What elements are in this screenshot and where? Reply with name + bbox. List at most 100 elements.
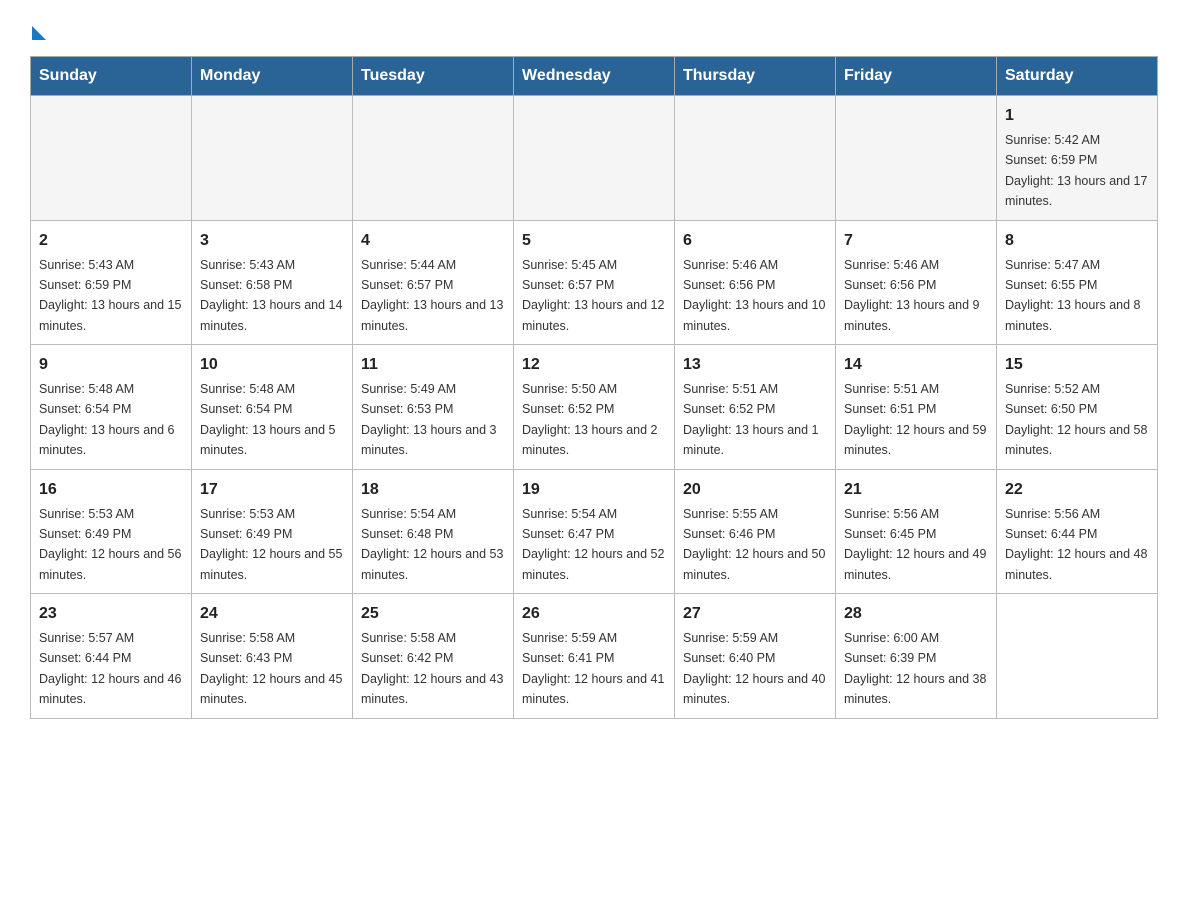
day-info: Sunrise: 5:46 AMSunset: 6:56 PMDaylight:… — [844, 258, 980, 333]
calendar-day-cell: 22 Sunrise: 5:56 AMSunset: 6:44 PMDayligh… — [997, 469, 1158, 594]
day-number: 9 — [39, 353, 183, 377]
day-number: 7 — [844, 229, 988, 253]
day-number: 10 — [200, 353, 344, 377]
column-header-friday: Friday — [836, 57, 997, 96]
day-number: 12 — [522, 353, 666, 377]
day-info: Sunrise: 5:59 AMSunset: 6:41 PMDaylight:… — [522, 631, 664, 706]
day-number: 2 — [39, 229, 183, 253]
calendar-day-cell: 3 Sunrise: 5:43 AMSunset: 6:58 PMDaylight… — [192, 220, 353, 345]
day-number: 28 — [844, 602, 988, 626]
day-info: Sunrise: 5:49 AMSunset: 6:53 PMDaylight:… — [361, 382, 497, 457]
day-info: Sunrise: 5:43 AMSunset: 6:58 PMDaylight:… — [200, 258, 342, 333]
day-number: 4 — [361, 229, 505, 253]
day-number: 6 — [683, 229, 827, 253]
day-info: Sunrise: 5:44 AMSunset: 6:57 PMDaylight:… — [361, 258, 503, 333]
calendar-day-cell: 13Sunrise: 5:51 AMSunset: 6:52 PMDayligh… — [675, 345, 836, 470]
day-info: Sunrise: 5:56 AMSunset: 6:45 PMDaylight:… — [844, 507, 986, 582]
calendar-week-row: 9 Sunrise: 5:48 AMSunset: 6:54 PMDaylight… — [31, 345, 1158, 470]
calendar-day-cell: 11 Sunrise: 5:49 AMSunset: 6:53 PMDayligh… — [353, 345, 514, 470]
day-info: Sunrise: 5:59 AMSunset: 6:40 PMDaylight:… — [683, 631, 825, 706]
column-header-sunday: Sunday — [31, 57, 192, 96]
column-header-saturday: Saturday — [997, 57, 1158, 96]
calendar-day-cell: 4 Sunrise: 5:44 AMSunset: 6:57 PMDaylight… — [353, 220, 514, 345]
day-info: Sunrise: 5:43 AMSunset: 6:59 PMDaylight:… — [39, 258, 181, 333]
logo — [30, 20, 46, 38]
day-info: Sunrise: 5:45 AMSunset: 6:57 PMDaylight:… — [522, 258, 664, 333]
day-info: Sunrise: 5:52 AMSunset: 6:50 PMDaylight:… — [1005, 382, 1147, 457]
page-header — [30, 20, 1158, 38]
calendar-day-cell: 19 Sunrise: 5:54 AMSunset: 6:47 PMDayligh… — [514, 469, 675, 594]
day-info: Sunrise: 5:51 AMSunset: 6:51 PMDaylight:… — [844, 382, 986, 457]
calendar-day-cell: 24 Sunrise: 5:58 AMSunset: 6:43 PMDayligh… — [192, 594, 353, 719]
calendar-day-cell: 23 Sunrise: 5:57 AMSunset: 6:44 PMDayligh… — [31, 594, 192, 719]
calendar-week-row: 23 Sunrise: 5:57 AMSunset: 6:44 PMDayligh… — [31, 594, 1158, 719]
day-number: 16 — [39, 478, 183, 502]
day-info: Sunrise: 5:58 AMSunset: 6:42 PMDaylight:… — [361, 631, 503, 706]
day-info: Sunrise: 5:53 AMSunset: 6:49 PMDaylight:… — [39, 507, 181, 582]
calendar-day-cell — [31, 96, 192, 221]
day-info: Sunrise: 5:50 AMSunset: 6:52 PMDaylight:… — [522, 382, 658, 457]
calendar-day-cell — [514, 96, 675, 221]
calendar-day-cell: 12 Sunrise: 5:50 AMSunset: 6:52 PMDayligh… — [514, 345, 675, 470]
calendar-day-cell — [675, 96, 836, 221]
calendar-day-cell: 1Sunrise: 5:42 AMSunset: 6:59 PMDaylight… — [997, 96, 1158, 221]
calendar-week-row: 1Sunrise: 5:42 AMSunset: 6:59 PMDaylight… — [31, 96, 1158, 221]
calendar-day-cell: 15 Sunrise: 5:52 AMSunset: 6:50 PMDayligh… — [997, 345, 1158, 470]
day-number: 15 — [1005, 353, 1149, 377]
day-number: 25 — [361, 602, 505, 626]
calendar-day-cell — [192, 96, 353, 221]
calendar-day-cell: 9 Sunrise: 5:48 AMSunset: 6:54 PMDaylight… — [31, 345, 192, 470]
day-info: Sunrise: 5:54 AMSunset: 6:48 PMDaylight:… — [361, 507, 503, 582]
day-number: 22 — [1005, 478, 1149, 502]
calendar-day-cell: 2 Sunrise: 5:43 AMSunset: 6:59 PMDaylight… — [31, 220, 192, 345]
calendar-day-cell: 14Sunrise: 5:51 AMSunset: 6:51 PMDayligh… — [836, 345, 997, 470]
day-info: Sunrise: 5:42 AMSunset: 6:59 PMDaylight:… — [1005, 133, 1147, 208]
calendar-day-cell: 6 Sunrise: 5:46 AMSunset: 6:56 PMDaylight… — [675, 220, 836, 345]
calendar-day-cell: 21 Sunrise: 5:56 AMSunset: 6:45 PMDayligh… — [836, 469, 997, 594]
calendar-day-cell: 26 Sunrise: 5:59 AMSunset: 6:41 PMDayligh… — [514, 594, 675, 719]
calendar-day-cell: 25 Sunrise: 5:58 AMSunset: 6:42 PMDayligh… — [353, 594, 514, 719]
calendar-week-row: 2 Sunrise: 5:43 AMSunset: 6:59 PMDaylight… — [31, 220, 1158, 345]
day-info: Sunrise: 5:56 AMSunset: 6:44 PMDaylight:… — [1005, 507, 1147, 582]
column-header-thursday: Thursday — [675, 57, 836, 96]
day-number: 21 — [844, 478, 988, 502]
day-info: Sunrise: 5:47 AMSunset: 6:55 PMDaylight:… — [1005, 258, 1141, 333]
calendar-week-row: 16 Sunrise: 5:53 AMSunset: 6:49 PMDayligh… — [31, 469, 1158, 594]
column-header-monday: Monday — [192, 57, 353, 96]
day-info: Sunrise: 5:48 AMSunset: 6:54 PMDaylight:… — [200, 382, 336, 457]
calendar-day-cell: 8 Sunrise: 5:47 AMSunset: 6:55 PMDaylight… — [997, 220, 1158, 345]
day-number: 18 — [361, 478, 505, 502]
calendar-day-cell: 18 Sunrise: 5:54 AMSunset: 6:48 PMDayligh… — [353, 469, 514, 594]
calendar-day-cell: 16 Sunrise: 5:53 AMSunset: 6:49 PMDayligh… — [31, 469, 192, 594]
day-number: 26 — [522, 602, 666, 626]
calendar-day-cell: 17Sunrise: 5:53 AMSunset: 6:49 PMDayligh… — [192, 469, 353, 594]
column-header-wednesday: Wednesday — [514, 57, 675, 96]
calendar-day-cell: 5 Sunrise: 5:45 AMSunset: 6:57 PMDaylight… — [514, 220, 675, 345]
day-info: Sunrise: 5:58 AMSunset: 6:43 PMDaylight:… — [200, 631, 342, 706]
day-number: 23 — [39, 602, 183, 626]
calendar-day-cell — [836, 96, 997, 221]
day-info: Sunrise: 6:00 AMSunset: 6:39 PMDaylight:… — [844, 631, 986, 706]
day-info: Sunrise: 5:54 AMSunset: 6:47 PMDaylight:… — [522, 507, 664, 582]
calendar-day-cell: 7 Sunrise: 5:46 AMSunset: 6:56 PMDaylight… — [836, 220, 997, 345]
calendar-table: SundayMondayTuesdayWednesdayThursdayFrid… — [30, 56, 1158, 719]
day-info: Sunrise: 5:48 AMSunset: 6:54 PMDaylight:… — [39, 382, 175, 457]
day-number: 8 — [1005, 229, 1149, 253]
day-number: 19 — [522, 478, 666, 502]
calendar-day-cell: 20Sunrise: 5:55 AMSunset: 6:46 PMDayligh… — [675, 469, 836, 594]
day-number: 17 — [200, 478, 344, 502]
day-number: 11 — [361, 353, 505, 377]
column-header-tuesday: Tuesday — [353, 57, 514, 96]
day-info: Sunrise: 5:57 AMSunset: 6:44 PMDaylight:… — [39, 631, 181, 706]
day-number: 24 — [200, 602, 344, 626]
calendar-day-cell — [997, 594, 1158, 719]
day-info: Sunrise: 5:46 AMSunset: 6:56 PMDaylight:… — [683, 258, 825, 333]
day-number: 5 — [522, 229, 666, 253]
day-number: 3 — [200, 229, 344, 253]
calendar-day-cell — [353, 96, 514, 221]
calendar-day-cell: 10 Sunrise: 5:48 AMSunset: 6:54 PMDayligh… — [192, 345, 353, 470]
day-number: 20 — [683, 478, 827, 502]
calendar-day-cell: 28 Sunrise: 6:00 AMSunset: 6:39 PMDayligh… — [836, 594, 997, 719]
calendar-header-row: SundayMondayTuesdayWednesdayThursdayFrid… — [31, 57, 1158, 96]
calendar-day-cell: 27Sunrise: 5:59 AMSunset: 6:40 PMDayligh… — [675, 594, 836, 719]
